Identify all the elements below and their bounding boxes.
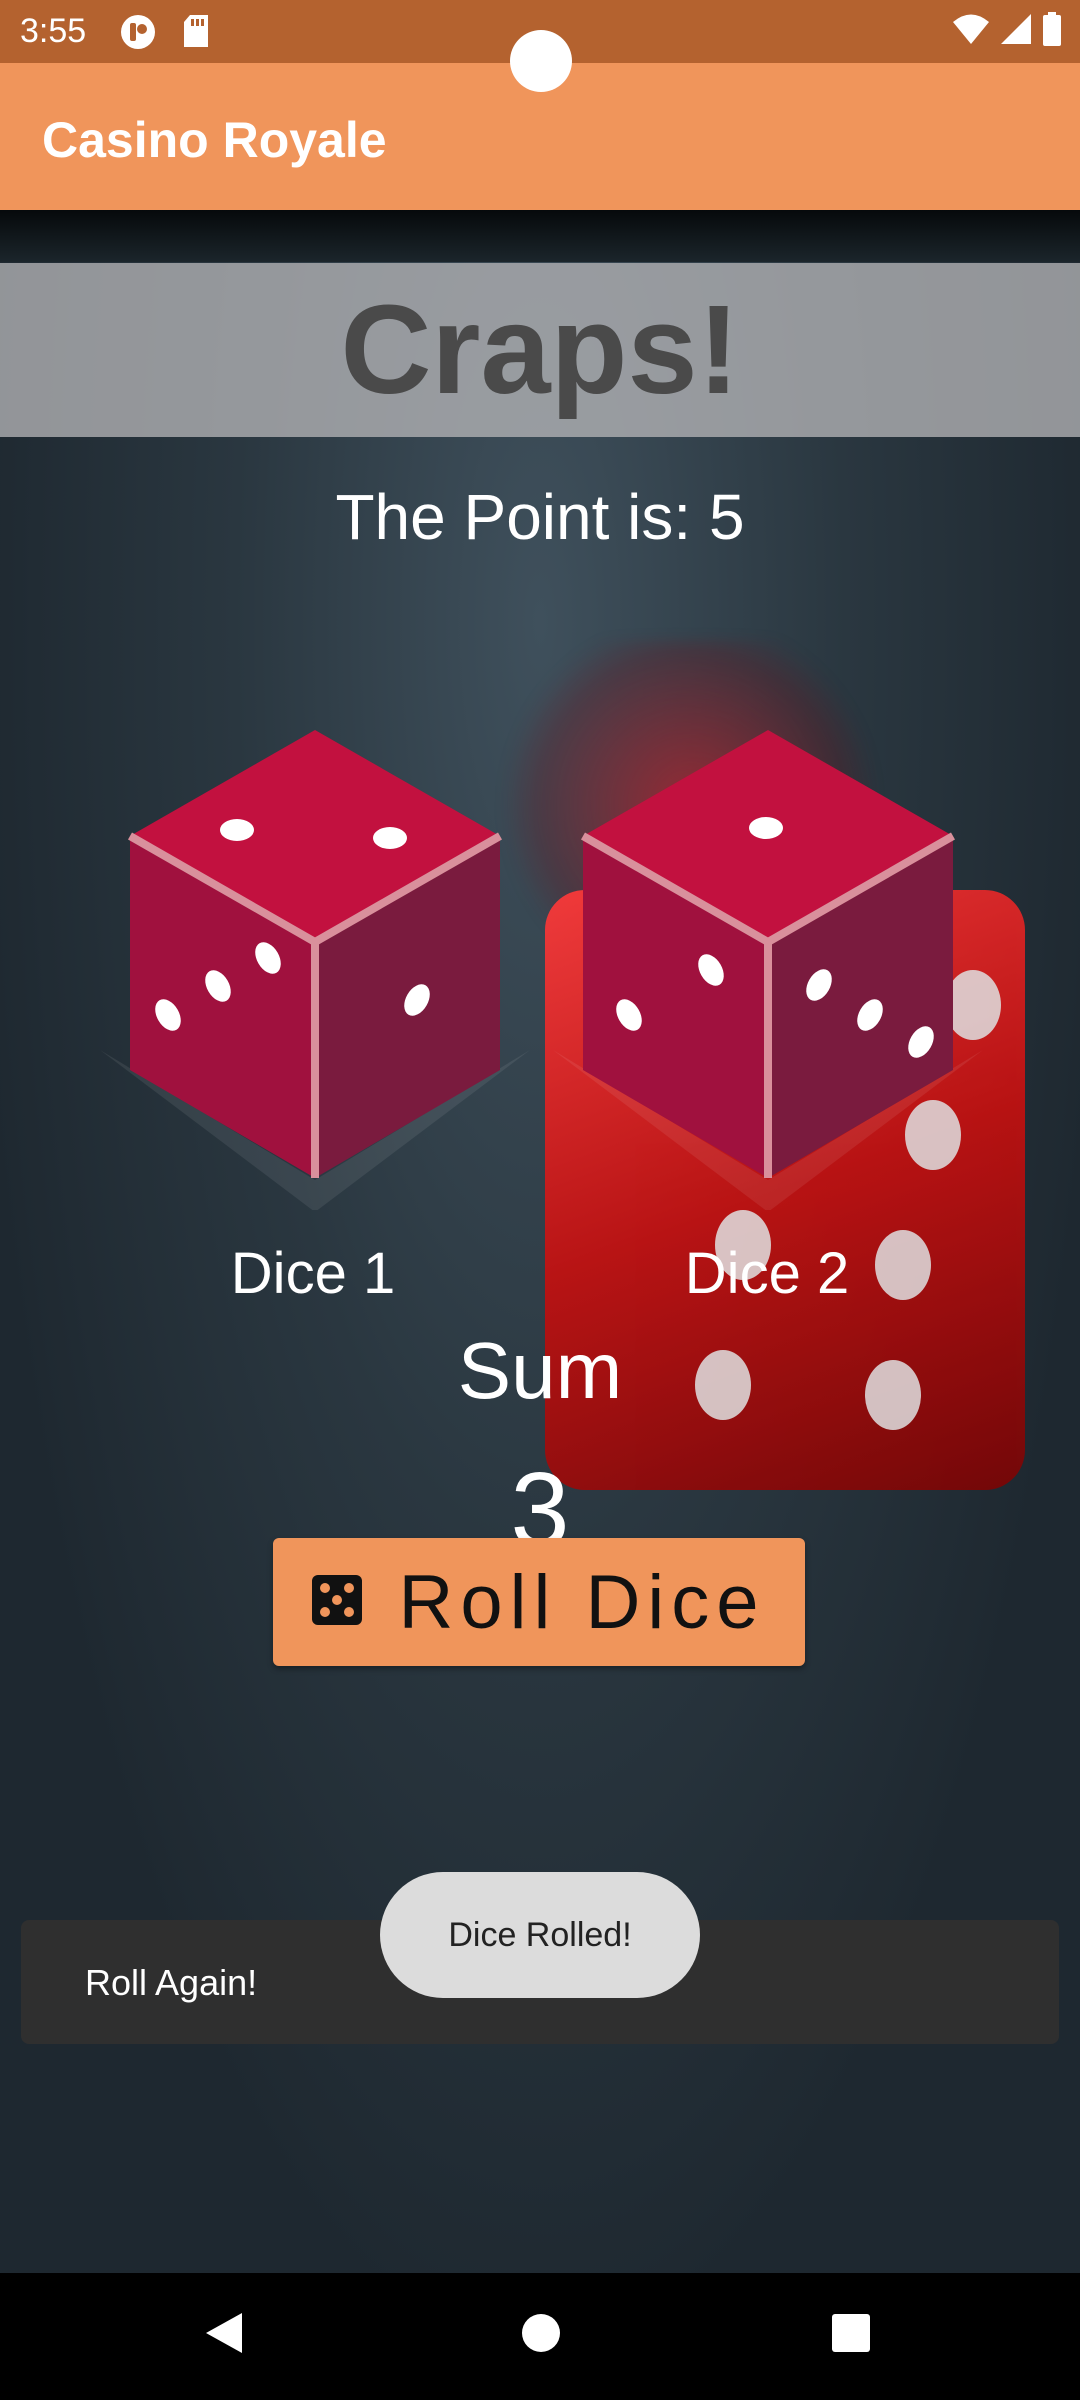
home-icon[interactable] xyxy=(521,2311,561,2360)
battery-icon xyxy=(1042,12,1062,51)
camera-cutout xyxy=(510,30,572,92)
navigation-bar xyxy=(0,2273,1080,2400)
sd-card-icon xyxy=(182,14,210,53)
point-text: The Point is: 5 xyxy=(335,481,745,553)
die-1-image xyxy=(100,730,530,1215)
die-2-label: Dice 2 xyxy=(684,1241,850,1306)
die-1-label: Dice 1 xyxy=(230,1241,396,1306)
app-title: Casino Royale xyxy=(42,112,387,168)
snackbar-text: Roll Again! xyxy=(85,1962,258,2003)
notification-app-icon xyxy=(120,14,156,55)
signal-icon xyxy=(1000,13,1032,50)
die-2-image xyxy=(553,730,983,1215)
recents-icon[interactable] xyxy=(831,2311,871,2360)
back-icon[interactable] xyxy=(204,2311,244,2360)
toast-text: Dice Rolled! xyxy=(448,1915,632,1954)
sum-label: Sum xyxy=(457,1326,623,1415)
wifi-icon xyxy=(952,13,990,50)
roll-dice-label: Roll Dice xyxy=(398,1559,766,1645)
roll-dice-button[interactable]: Roll Dice xyxy=(273,1538,805,1666)
status-time: 3:55 xyxy=(20,12,87,50)
background-shade xyxy=(0,210,1080,262)
screen-title: Craps! xyxy=(340,279,740,420)
dice-five-icon xyxy=(312,1574,363,1630)
title-band: Craps! xyxy=(0,263,1080,437)
toast-message: Dice Rolled! xyxy=(380,1872,700,1998)
